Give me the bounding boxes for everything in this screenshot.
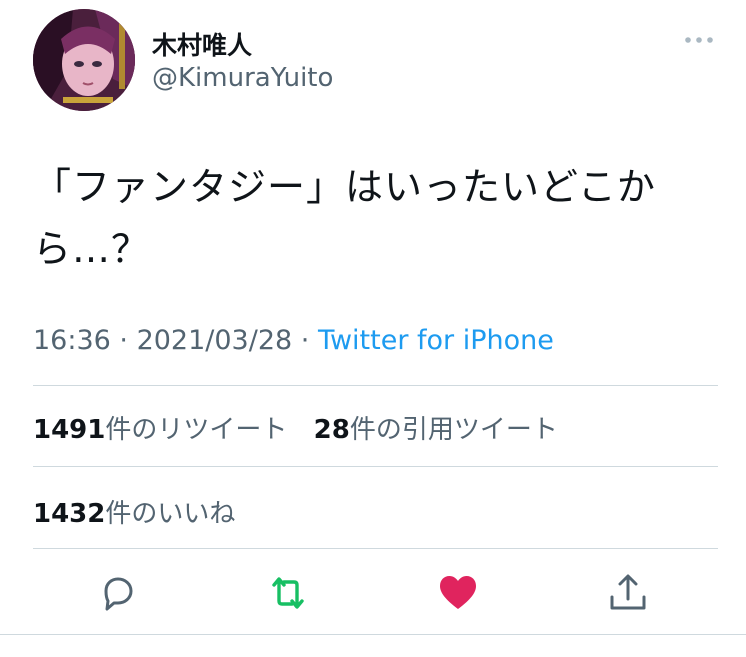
reply-icon <box>104 577 133 611</box>
tweet-time: 16:36 <box>33 325 111 356</box>
retweet-icon <box>272 577 304 609</box>
user-handle[interactable]: @KimuraYuito <box>152 63 333 93</box>
engagement-stats-row: 1491件のリツイート 28件の引用ツイート <box>33 409 558 446</box>
reply-button[interactable] <box>96 571 140 615</box>
retweets-stat[interactable]: 1491件のリツイート <box>33 415 287 445</box>
heart-icon <box>440 576 476 609</box>
tweet-source-link[interactable]: Twitter for iPhone <box>318 325 554 356</box>
retweets-label: 件のリツイート <box>105 415 288 445</box>
meta-separator: · <box>110 325 137 356</box>
share-icon <box>610 574 646 610</box>
bottom-divider <box>0 634 746 635</box>
quotes-count: 28 <box>313 415 350 445</box>
display-name[interactable]: 木村唯人 <box>152 26 252 62</box>
retweets-count: 1491 <box>33 415 106 445</box>
divider <box>33 548 718 549</box>
tweet-text: 「ファンタジー」はいったいどこから…？ <box>33 165 656 271</box>
like-button[interactable] <box>436 571 480 615</box>
divider <box>33 385 718 386</box>
likes-stat-row: 1432件のいいね <box>33 493 235 530</box>
likes-label: 件のいいね <box>105 499 236 529</box>
likes-stat[interactable]: 1432件のいいね <box>33 499 235 529</box>
meta-separator: · <box>292 325 318 356</box>
divider <box>33 466 718 467</box>
quotes-stat[interactable]: 28件の引用ツイート <box>314 415 558 445</box>
quotes-label: 件の引用ツイート <box>349 415 558 445</box>
tweet-detail: 木村唯人 @KimuraYuito 「ファンタジー」はいったいどこから…？ 16… <box>0 0 746 657</box>
more-options-icon[interactable] <box>682 30 716 50</box>
likes-count: 1432 <box>33 499 106 529</box>
tweet-date: 2021/03/28 <box>136 325 293 356</box>
retweet-button[interactable] <box>266 571 310 615</box>
avatar[interactable] <box>33 9 135 111</box>
tweet-meta: 16:36 · 2021/03/28 · Twitter for iPhone <box>33 325 554 356</box>
share-button[interactable] <box>606 571 650 615</box>
